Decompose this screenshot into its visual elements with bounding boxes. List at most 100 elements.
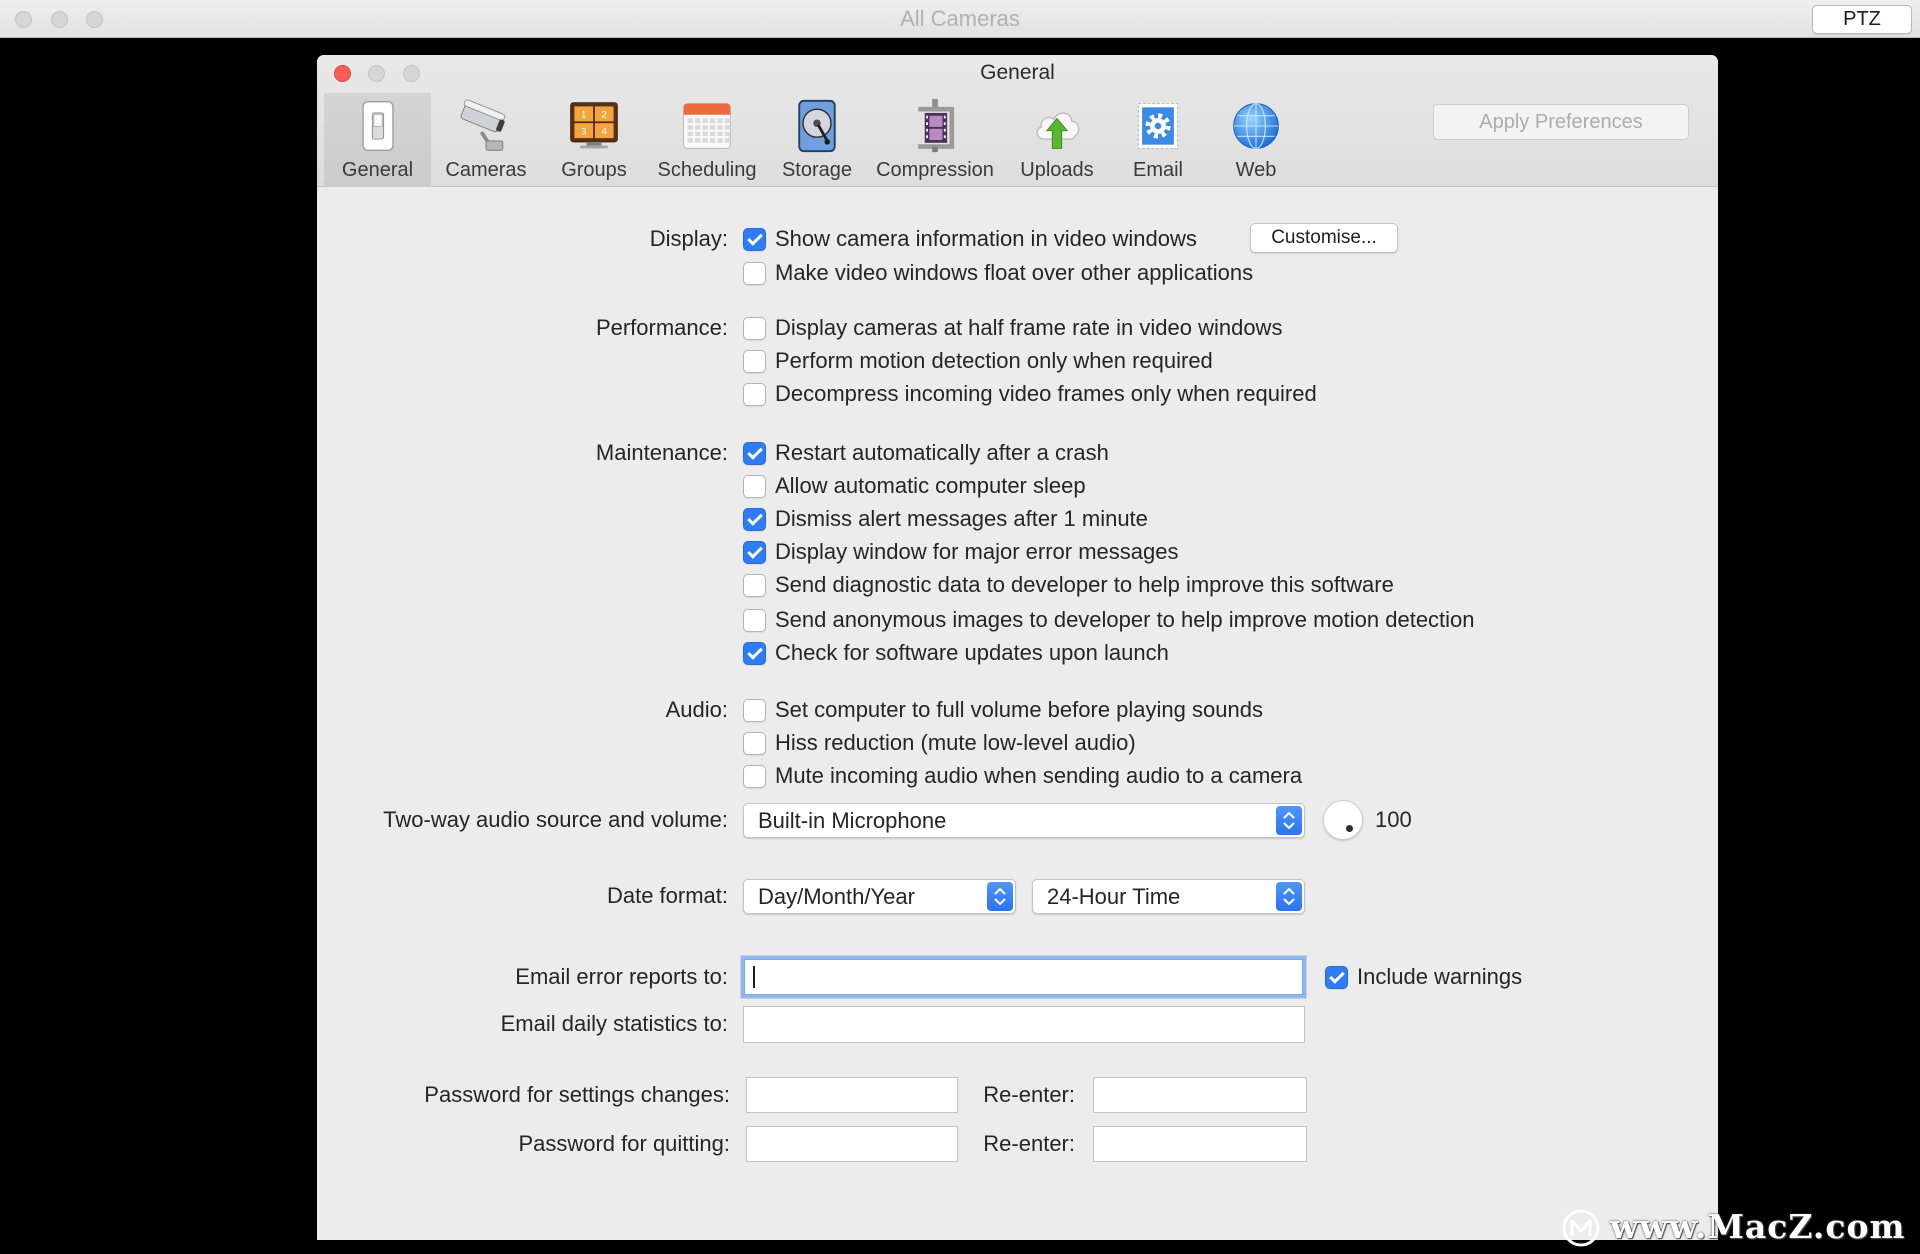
- tab-label: Compression: [876, 159, 994, 181]
- audio-label: Audio:: [665, 697, 728, 722]
- dismiss-alerts-checkbox[interactable]: [743, 507, 766, 531]
- tab-groups[interactable]: 1 2 3 4 Groups: [544, 93, 644, 187]
- hiss-reduction-option[interactable]: Hiss reduction (mute low-level audio): [743, 729, 1136, 757]
- two-way-audio-label: Two-way audio source and volume:: [383, 807, 728, 832]
- mute-incoming-checkbox[interactable]: [743, 764, 766, 788]
- apply-preferences-button[interactable]: Apply Preferences: [1433, 104, 1689, 140]
- tab-web[interactable]: Web: [1216, 93, 1296, 187]
- option-label: Hiss reduction (mute low-level audio): [775, 730, 1136, 755]
- mute-incoming-option[interactable]: Mute incoming audio when sending audio t…: [743, 762, 1302, 790]
- password-settings-reenter-label: Re-enter:: [983, 1082, 1075, 1107]
- password-quitting-field[interactable]: [746, 1126, 958, 1162]
- anonymous-images-option[interactable]: Send anonymous images to developer to he…: [743, 606, 1475, 634]
- error-window-checkbox[interactable]: [743, 540, 766, 564]
- group-digit: 4: [602, 126, 607, 136]
- allow-sleep-option[interactable]: Allow automatic computer sleep: [743, 472, 1086, 500]
- option-label: Dismiss alert messages after 1 minute: [775, 506, 1148, 531]
- tab-email[interactable]: Email: [1113, 93, 1203, 187]
- password-quitting-reenter-field[interactable]: [1093, 1126, 1307, 1162]
- audio-source-value: Built-in Microphone: [758, 808, 947, 833]
- check-updates-checkbox[interactable]: [743, 641, 766, 665]
- option-label: Send anonymous images to developer to he…: [775, 607, 1475, 632]
- decompress-frames-checkbox[interactable]: [743, 382, 766, 406]
- diagnostic-data-checkbox[interactable]: [743, 573, 766, 597]
- customise-button[interactable]: Customise...: [1250, 223, 1398, 253]
- tab-label: Uploads: [1020, 159, 1094, 181]
- half-frame-rate-option[interactable]: Display cameras at half frame rate in vi…: [743, 314, 1282, 342]
- app-title-bar: All Cameras PTZ: [0, 0, 1920, 38]
- calendar-icon: [683, 103, 731, 149]
- email-daily-field[interactable]: [743, 1006, 1305, 1043]
- allow-sleep-checkbox[interactable]: [743, 474, 766, 498]
- decompress-frames-option[interactable]: Decompress incoming video frames only wh…: [743, 380, 1317, 408]
- tab-label: Email: [1132, 159, 1183, 181]
- show-camera-info-checkbox[interactable]: [743, 227, 766, 251]
- option-label: Decompress incoming video frames only wh…: [775, 381, 1317, 406]
- date-format-label: Date format:: [606, 883, 728, 908]
- tab-cameras[interactable]: Cameras: [436, 93, 536, 187]
- tab-label: Cameras: [445, 159, 527, 181]
- option-label: Set computer to full volume before playi…: [775, 697, 1263, 722]
- performance-label: Performance:: [595, 315, 728, 340]
- password-settings-field[interactable]: [746, 1077, 958, 1113]
- volume-knob-indicator: [1346, 825, 1353, 832]
- password-settings-reenter-field[interactable]: [1093, 1077, 1307, 1113]
- stamp-icon: [1137, 103, 1179, 149]
- option-label: Display cameras at half frame rate in vi…: [775, 315, 1283, 340]
- option-label: Send diagnostic data to developer to hel…: [775, 572, 1394, 597]
- hiss-reduction-checkbox[interactable]: [743, 731, 766, 755]
- group-digit: 2: [602, 110, 607, 120]
- error-window-option[interactable]: Display window for major error messages: [743, 538, 1178, 566]
- date-order-select[interactable]: Day/Month/Year: [743, 879, 1016, 914]
- group-digit: 1: [581, 110, 586, 120]
- motion-detection-checkbox[interactable]: [743, 349, 766, 373]
- show-camera-info-option[interactable]: Show camera information in video windows: [743, 225, 1197, 253]
- option-label: Restart automatically after a crash: [775, 440, 1109, 465]
- password-quitting-label: Password for quitting:: [518, 1131, 730, 1156]
- hard-drive-icon: [798, 99, 836, 153]
- select-arrows-icon: [1276, 882, 1302, 911]
- tab-compression[interactable]: Compression: [867, 93, 1003, 187]
- email-error-field[interactable]: [744, 959, 1303, 995]
- watermark-logo: [1562, 1209, 1600, 1247]
- tab-general[interactable]: General: [324, 93, 431, 187]
- email-error-label: Email error reports to:: [515, 964, 728, 989]
- film-clamp-icon: [918, 98, 955, 153]
- restart-after-crash-option[interactable]: Restart automatically after a crash: [743, 439, 1109, 467]
- option-label: Perform motion detection only when requi…: [775, 348, 1213, 373]
- volume-value: 100: [1375, 807, 1412, 832]
- option-label: Show camera information in video windows: [775, 226, 1197, 251]
- option-label: Mute incoming audio when sending audio t…: [775, 763, 1303, 788]
- float-windows-option[interactable]: Make video windows float over other appl…: [743, 259, 1253, 287]
- globe-icon: [1233, 102, 1279, 150]
- motion-detection-option[interactable]: Perform motion detection only when requi…: [743, 347, 1213, 375]
- half-frame-rate-checkbox[interactable]: [743, 316, 766, 340]
- full-volume-option[interactable]: Set computer to full volume before playi…: [743, 696, 1263, 724]
- time-format-value: 24-Hour Time: [1047, 884, 1181, 909]
- window-title: All Cameras: [900, 6, 1020, 31]
- float-windows-checkbox[interactable]: [743, 261, 766, 285]
- preferences-window: General General Cameras 1 2 3 4 Groups S…: [317, 55, 1718, 1240]
- diagnostic-data-option[interactable]: Send diagnostic data to developer to hel…: [743, 571, 1394, 599]
- check-updates-option[interactable]: Check for software updates upon launch: [743, 639, 1169, 667]
- tab-uploads[interactable]: Uploads: [1007, 93, 1107, 187]
- group-digit: 3: [581, 126, 586, 136]
- dismiss-alerts-option[interactable]: Dismiss alert messages after 1 minute: [743, 505, 1148, 533]
- tab-scheduling[interactable]: Scheduling: [647, 93, 767, 187]
- include-warnings-option[interactable]: Include warnings: [1325, 963, 1522, 991]
- tab-label: Storage: [781, 159, 853, 181]
- date-order-value: Day/Month/Year: [758, 884, 915, 909]
- password-quitting-reenter-label: Re-enter:: [983, 1131, 1075, 1156]
- tab-storage[interactable]: Storage: [767, 93, 867, 187]
- time-format-select[interactable]: 24-Hour Time: [1032, 879, 1305, 914]
- option-label: Check for software updates upon launch: [775, 640, 1169, 665]
- full-volume-checkbox[interactable]: [743, 698, 766, 722]
- watermark-text: www.MacZ.com: [1610, 1207, 1906, 1246]
- anonymous-images-checkbox[interactable]: [743, 608, 766, 632]
- volume-knob[interactable]: [1323, 800, 1363, 840]
- ptz-button[interactable]: PTZ: [1812, 5, 1912, 34]
- include-warnings-checkbox[interactable]: [1325, 965, 1348, 989]
- audio-source-select[interactable]: Built-in Microphone: [743, 803, 1305, 838]
- restart-after-crash-checkbox[interactable]: [743, 441, 766, 465]
- preferences-title: General: [980, 61, 1055, 84]
